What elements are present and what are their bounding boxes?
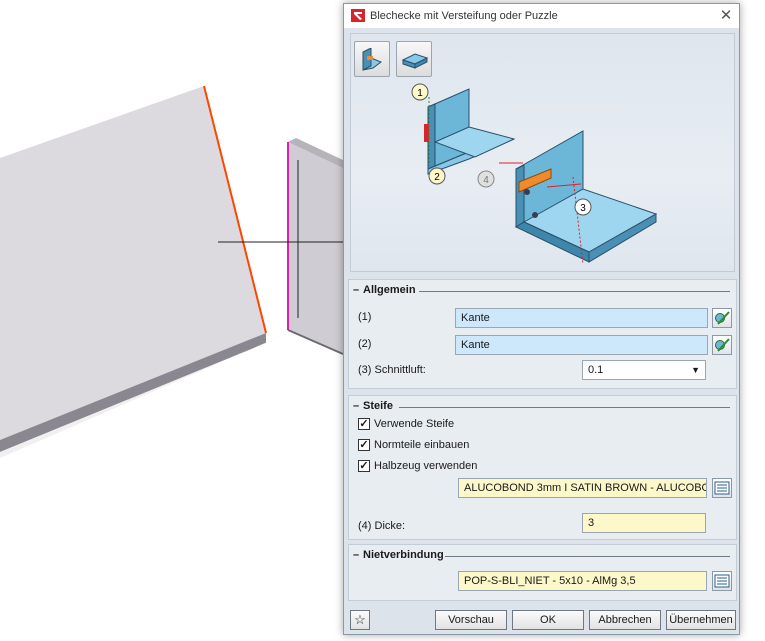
app-logo-icon [351,9,365,22]
group-header-steife: – Steife [349,400,736,414]
checkbox-verwende-steife[interactable]: ✓ [358,418,370,430]
pick-edge-icon [715,311,730,325]
group-header-allgemein: – Allgemein [349,284,736,298]
niet-field[interactable]: POP-S-BLI_NIET - 5x10 - AlMg 3,5 [458,571,707,591]
uebernehmen-button[interactable]: Übernehmen [666,610,736,630]
material-browse-button[interactable] [712,478,732,498]
vorschau-button[interactable]: Vorschau [435,610,507,630]
edge2-label: (2) [358,338,372,350]
dialog-title: Blechecke mit Versteifung oder Puzzle [370,10,558,22]
checkbox-halbzeug[interactable]: ✓ [358,460,370,472]
group-niet: – Nietverbindung POP-S-BLI_NIET - 5x10 -… [348,544,737,601]
dicke-label: (4) Dicke: [358,520,406,532]
list-icon [714,481,730,495]
checkbox-normteile[interactable]: ✓ [358,439,370,451]
corner-dialog: Blechecke mit Versteifung oder Puzzle ✕ [343,3,740,635]
niet-browse-button[interactable] [712,571,732,591]
list-icon [714,574,730,588]
dicke-field[interactable]: 3 [582,513,706,533]
svg-text:3: 3 [580,203,586,214]
puzzle-tool[interactable] [396,41,432,77]
schnittluft-label: (3) Schnittluft: [358,364,426,376]
schnittluft-value: 0.1 [588,364,604,376]
edge1-field[interactable]: Kante [455,308,708,328]
group-steife: – Steife ✓ Verwende Steife ✓ Normteile e… [348,395,737,540]
sheet-plate-right[interactable] [288,142,343,354]
svg-text:1: 1 [417,88,423,99]
svg-text:4: 4 [483,175,489,186]
edge2-field[interactable]: Kante [455,335,708,355]
edge1-label: (1) [358,311,372,323]
group-allgemein: – Allgemein (1) Kante (2) Kante (3) Schn… [348,279,737,389]
favorites-button[interactable]: ☆ [350,610,370,630]
edge1-pick-button[interactable] [712,308,732,328]
group-header-niet: – Nietverbindung [349,549,736,563]
material-field[interactable]: ALUCOBOND 3mm I SATIN BROWN - ALUCOBOND … [458,478,707,498]
ok-button[interactable]: OK [512,610,584,630]
sheet-corner-icon [362,48,383,71]
abbrechen-button[interactable]: Abbrechen [589,610,661,630]
star-icon: ☆ [354,612,366,627]
corner-stiffener-tool[interactable] [354,41,390,77]
sheet-puzzle-icon [401,53,429,69]
pick-edge-icon [715,338,730,352]
svg-text:2: 2 [434,172,440,183]
close-icon[interactable]: ✕ [715,6,737,26]
title-bar[interactable]: Blechecke mit Versteifung oder Puzzle ✕ [344,4,739,28]
chevron-down-icon: ▼ [691,365,700,375]
schnittluft-select[interactable]: 0.1 ▼ [582,360,706,380]
edge2-pick-button[interactable] [712,335,732,355]
